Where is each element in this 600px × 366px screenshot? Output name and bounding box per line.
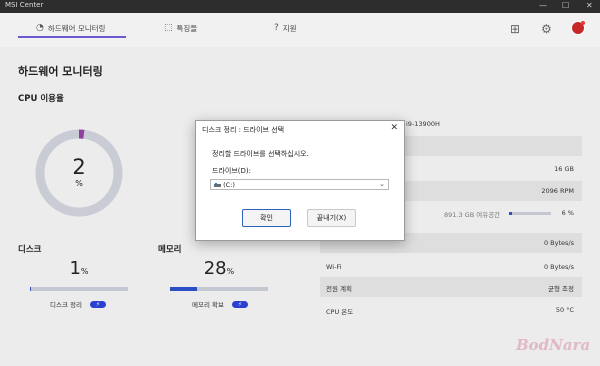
drive-select[interactable]: (C:) ⌄	[210, 179, 389, 190]
features-icon: ⬚	[164, 23, 173, 33]
chevron-down-icon[interactable]: ⌄	[379, 180, 385, 188]
disk-cleanup-action[interactable]: 디스크 정리 ⚡	[50, 299, 106, 309]
memory-label: 메모리	[158, 245, 182, 255]
memory-free-action[interactable]: 메모리 확보 ⚡	[192, 299, 248, 309]
memory-size-value: 16 GB	[554, 165, 574, 173]
maximize-button[interactable]: ☐	[562, 0, 569, 12]
gear-icon[interactable]: ⚙	[541, 22, 552, 36]
storage-usage-value: 6 %	[561, 209, 574, 217]
tab-label: 특징들	[176, 23, 198, 33]
dialog-message: 정리할 드라이브를 선택하십시오.	[212, 150, 309, 158]
cpu-temperature-label: CPU 온도	[326, 308, 354, 316]
close-window-button[interactable]: ✕	[586, 0, 593, 12]
drive-select-dialog: 디스크 정리 : 드라이브 선택 ✕ 정리할 드라이브를 선택하십시오. 드라이…	[195, 120, 405, 241]
power-plan-label: 전원 계획	[326, 285, 352, 293]
drive-icon	[214, 182, 221, 187]
grid-icon[interactable]: ⊞	[510, 22, 520, 36]
disk-cleanup-label: 디스크 정리	[50, 301, 82, 309]
disk-usage-value: 1	[69, 258, 81, 279]
free-space-caption: 891.3 GB 여유공간	[444, 211, 501, 219]
drive-label: 드라이브(D):	[212, 167, 251, 175]
fan-speed-value: 2096 RPM	[541, 187, 574, 195]
title-bar: MSI Center — ☐ ✕	[0, 0, 600, 13]
tab-hardware-monitoring[interactable]: ◔ 하드웨어 모니터링	[36, 20, 105, 36]
avatar[interactable]	[571, 21, 585, 35]
memory-usage-value: 28	[203, 258, 227, 279]
tab-label: 하드웨어 모니터링	[47, 23, 106, 33]
window-title: MSI Center	[5, 1, 44, 9]
dialog-title: 디스크 정리 : 드라이브 선택	[202, 126, 285, 134]
tab-support[interactable]: ? 지원	[274, 20, 297, 36]
memory-free-label: 메모리 확보	[192, 301, 224, 309]
memory-usage-bar-fill	[170, 287, 198, 291]
gauge-icon: ◔	[36, 23, 44, 33]
page-title: 하드웨어 모니터링	[18, 65, 103, 78]
memory-usage-unit: %	[226, 267, 235, 276]
confirm-button[interactable]: 확인	[242, 209, 291, 227]
cpu-temperature-value: 50 °C	[555, 306, 574, 314]
cpu-name: i9-13900H	[406, 120, 440, 128]
wifi-speed-value: 0 Bytes/s	[543, 263, 574, 271]
disk-label: 디스크	[18, 245, 42, 255]
storage-usage-bar	[509, 212, 551, 215]
exit-button[interactable]: 끝내기(X)	[307, 209, 356, 227]
minimize-button[interactable]: —	[539, 0, 547, 12]
power-plan-row: 전원 계획 균형 조정	[320, 277, 582, 297]
help-icon: ?	[274, 23, 279, 33]
cpu-usage-unit: %	[75, 179, 83, 188]
tab-bar: ◔ 하드웨어 모니터링 ⬚ 특징들 ? 지원 ⊞ ⚙	[0, 13, 600, 47]
memory-usage-metric: 28%	[170, 258, 268, 279]
tab-label: 지원	[282, 23, 297, 33]
active-tab-indicator	[18, 36, 126, 38]
power-plan-value: 균형 조정	[548, 285, 574, 293]
disk-usage-metric: 1%	[30, 258, 128, 279]
cpu-usage-donut: 2 %	[33, 127, 125, 219]
cpu-usage-label: CPU 이용율	[18, 94, 64, 104]
storage-usage-fill	[509, 212, 512, 215]
cpu-temperature-row: CPU 온도 50 °C	[320, 300, 582, 320]
disk-usage-bar-fill	[30, 287, 31, 291]
lightning-icon[interactable]: ⚡	[89, 300, 106, 308]
drive-select-text: (C:)	[223, 181, 235, 189]
disk-usage-bar	[30, 287, 128, 291]
lightning-icon[interactable]: ⚡	[231, 300, 248, 308]
watermark-logo: BodNara	[516, 336, 591, 354]
disk-usage-unit: %	[80, 267, 89, 276]
wifi-label: Wi-Fi	[326, 263, 342, 271]
wifi-row: Wi-Fi 0 Bytes/s	[320, 257, 582, 277]
drive-select-value: (C:)	[214, 181, 235, 189]
cpu-usage-value: 2	[72, 155, 86, 179]
close-icon[interactable]: ✕	[390, 123, 398, 133]
tab-features[interactable]: ⬚ 특징들	[164, 20, 197, 36]
memory-usage-bar	[170, 287, 268, 291]
network-speed-value: 0 Bytes/s	[543, 239, 574, 247]
